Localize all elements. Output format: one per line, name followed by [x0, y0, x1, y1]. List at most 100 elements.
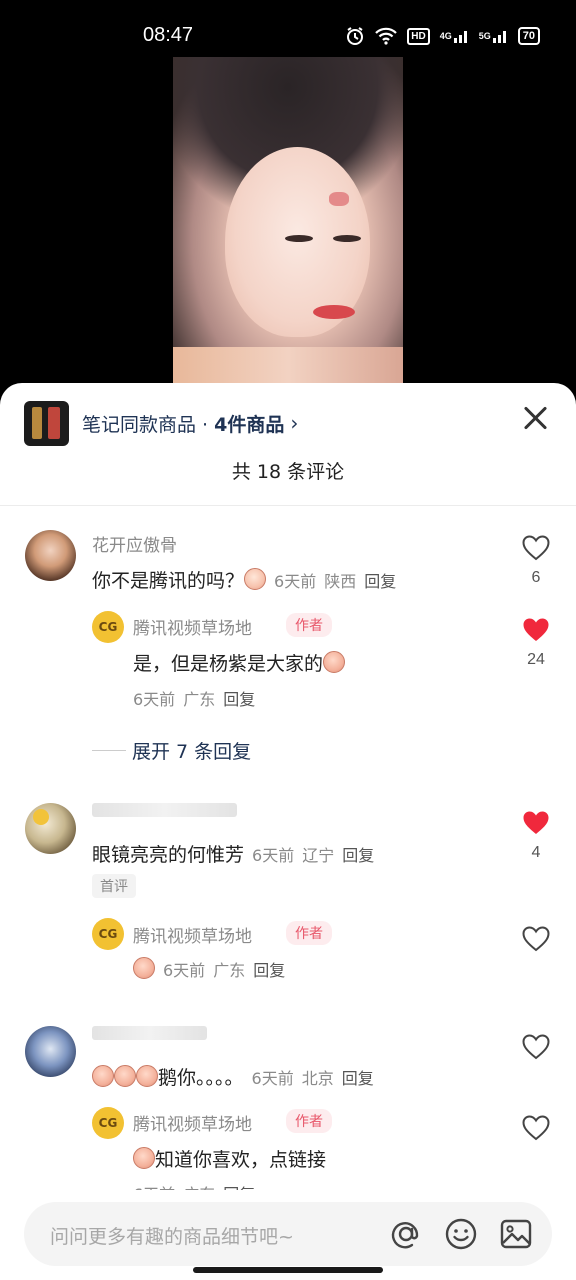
video-eye-right	[333, 235, 361, 242]
alarm-icon	[345, 26, 365, 46]
comment-location: 陕西	[324, 572, 357, 591]
avatar[interactable]	[25, 530, 76, 581]
comment-input[interactable]: 问问更多有趣的商品细节吧~	[24, 1202, 552, 1266]
reply-text[interactable]: 是，但是杨紫是大家的	[133, 649, 346, 676]
heart-outline-icon	[522, 1115, 550, 1141]
reply-time: 6天前	[133, 690, 176, 709]
first-comment-badge: 首评	[92, 874, 136, 898]
comment-text-content: 你不是腾讯的吗？	[92, 570, 245, 592]
like-button[interactable]: 24	[516, 617, 556, 669]
comment-location: 辽宁	[302, 846, 335, 865]
avatar[interactable]	[25, 1026, 76, 1077]
like-button[interactable]: 6	[516, 535, 556, 587]
reply-text-content: 知道你喜欢，点链接	[155, 1149, 327, 1171]
author-tag: 作者	[286, 1109, 332, 1133]
video-robe	[173, 347, 403, 387]
reply-meta: 6天前广东回复	[133, 686, 255, 710]
product-bar-label: 笔记同款商品 ·	[82, 413, 215, 436]
reply-location: 广东	[213, 961, 246, 980]
reply-button[interactable]: 回复	[223, 690, 255, 709]
like-button[interactable]	[516, 926, 556, 952]
reply-location: 广东	[183, 690, 216, 709]
comment-username[interactable]: 花开应傲骨	[92, 531, 177, 556]
comment-time: 6天前	[251, 1069, 294, 1088]
reply-button[interactable]: 回复	[342, 1069, 374, 1088]
comment-text[interactable]: 眼镜亮亮的何惟芳 6天前 辽宁 回复	[92, 840, 374, 867]
video-eye-left	[285, 235, 313, 242]
status-time: 08:47	[143, 24, 194, 46]
smirk-emoji-icon	[133, 957, 155, 979]
expand-line	[92, 750, 126, 751]
reply-meta[interactable]: 6天前 广东 回复	[133, 957, 285, 981]
reply-button[interactable]: 回复	[364, 572, 396, 591]
heart-filled-icon	[523, 618, 549, 641]
product-count: 4件商品	[214, 413, 285, 436]
reply-time: 6天前	[163, 961, 206, 980]
reply-username[interactable]: 腾讯视频草场地	[133, 922, 252, 947]
chevron-right-icon[interactable]: ›	[290, 411, 298, 435]
smirk-emoji-icon	[114, 1065, 136, 1087]
battery-icon: 70	[517, 27, 540, 45]
signal-5g-icon: 5G	[479, 28, 508, 44]
comment-text-content: 眼镜亮亮的何惟芳	[92, 844, 245, 866]
author-avatar[interactable]: CG	[92, 918, 124, 950]
divider	[0, 505, 576, 506]
heart-outline-icon	[522, 926, 550, 952]
signal-4g-icon: 4G	[440, 28, 469, 44]
comment-time: 6天前	[274, 572, 317, 591]
like-button[interactable]	[516, 1034, 556, 1060]
product-thumbnail[interactable]	[24, 400, 69, 446]
comment-time: 6天前	[252, 846, 295, 865]
network-5g-label: 5G	[478, 31, 491, 41]
heart-outline-icon	[522, 535, 550, 561]
author-tag: 作者	[286, 613, 332, 637]
reply-text-content: 是，但是杨紫是大家的	[133, 653, 324, 675]
smirk-emoji-icon	[133, 1147, 155, 1169]
smirk-emoji-icon	[323, 651, 346, 673]
comment-count-title: 共 18 条评论	[231, 461, 345, 483]
expand-replies-label: 展开 7 条回复	[132, 741, 252, 763]
emoji-icon[interactable]	[443, 1216, 479, 1252]
comment-sheet: 笔记同款商品 · 4件商品 › 共 18 条评论 花开应傲骨 你不是腾讯的吗？ 6…	[0, 383, 576, 1280]
like-count: 4	[531, 844, 541, 861]
home-indicator	[193, 1267, 383, 1273]
author-tag: 作者	[286, 921, 332, 945]
product-bar[interactable]: 笔记同款商品 · 4件商品 ›	[24, 400, 298, 446]
product-bar-title[interactable]: 笔记同款商品 · 4件商品	[82, 410, 284, 437]
smirk-emoji-icon	[92, 1065, 114, 1087]
reply-button[interactable]: 回复	[342, 846, 374, 865]
avatar[interactable]	[25, 803, 76, 854]
network-4g-label: 4G	[439, 31, 452, 41]
expand-replies-button[interactable]: 展开 7 条回复	[92, 737, 251, 764]
wifi-icon	[375, 27, 398, 45]
hd-voice-icon: HD	[407, 27, 430, 45]
heart-outline-icon	[522, 1034, 550, 1060]
mention-icon[interactable]	[388, 1216, 424, 1252]
video-forehead-ornament	[329, 192, 349, 206]
comment-location: 北京	[301, 1069, 334, 1088]
video-preview[interactable]	[173, 57, 403, 387]
author-avatar[interactable]: CG	[92, 611, 124, 643]
comment-input-placeholder: 问问更多有趣的商品细节吧~	[50, 1226, 294, 1248]
status-icons: HD 4G 5G 70	[345, 26, 540, 46]
comment-text[interactable]: 你不是腾讯的吗？ 6天前 陕西 回复	[92, 566, 396, 593]
blurred-username	[92, 803, 237, 817]
comment-text[interactable]: 鹅你。。。。 6天前 北京 回复	[92, 1063, 374, 1090]
comment-text-content: 鹅你。。。。	[158, 1067, 244, 1089]
smirk-emoji-icon	[136, 1065, 158, 1087]
reply-username[interactable]: 腾讯视频草场地	[133, 1110, 252, 1135]
reply-username[interactable]: 腾讯视频草场地	[133, 614, 252, 639]
like-count: 24	[527, 651, 545, 668]
reply-button[interactable]: 回复	[253, 961, 285, 980]
like-button[interactable]	[516, 1115, 556, 1141]
crying-emoji-icon	[244, 568, 267, 590]
blurred-username	[92, 1026, 207, 1040]
reply-text[interactable]: 知道你喜欢，点链接	[133, 1145, 326, 1172]
heart-filled-icon	[523, 811, 549, 834]
video-lips	[313, 305, 355, 319]
like-count: 6	[531, 569, 541, 586]
author-avatar[interactable]: CG	[92, 1107, 124, 1139]
close-icon[interactable]	[522, 405, 548, 431]
image-icon[interactable]	[498, 1216, 534, 1252]
like-button[interactable]: 4	[516, 810, 556, 862]
